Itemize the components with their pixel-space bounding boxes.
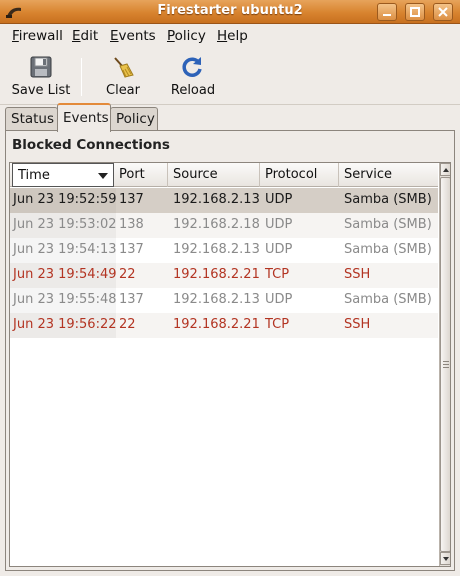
minimize-icon <box>383 14 391 16</box>
table-rows: Jun 23 19:52:59 137 192.168.2.13 UDP Samba (… <box>10 188 438 338</box>
blocked-connections-table: Time Port Source Protocol Service Jun 23… <box>9 162 451 567</box>
maximize-button[interactable] <box>405 3 425 21</box>
cell-protocol: UDP <box>265 192 293 207</box>
cell-source: 192.168.2.13 <box>173 242 260 257</box>
column-header-protocol[interactable]: Protocol <box>260 163 339 187</box>
cell-port: 137 <box>119 292 144 307</box>
cell-protocol: TCP <box>265 317 290 332</box>
table-header: Time Port Source Protocol Service <box>10 163 438 187</box>
menu-firewall[interactable]: Firewall <box>12 28 63 44</box>
events-panel: Blocked Connections Time Port Source Pro… <box>5 130 455 571</box>
column-header-port[interactable]: Port <box>114 163 168 187</box>
menu-bar: Firewall Edit Events Policy Help <box>0 24 460 49</box>
maximize-icon <box>410 7 420 17</box>
column-header-service[interactable]: Service <box>339 163 438 187</box>
cell-service: SSH <box>344 317 371 332</box>
cell-protocol: UDP <box>265 242 293 257</box>
arrow-down-icon <box>443 557 449 561</box>
table-row[interactable]: Jun 23 19:52:59 137 192.168.2.13 UDP Samba (… <box>10 188 438 213</box>
cell-service: Samba (SMB) <box>344 192 432 207</box>
reload-button[interactable]: Reload <box>168 55 218 101</box>
cell-time: Jun 23 19:53:02 <box>13 217 117 232</box>
menu-help[interactable]: Help <box>217 28 248 44</box>
menu-edit[interactable]: Edit <box>72 28 98 44</box>
cell-port: 22 <box>119 267 136 282</box>
cell-protocol: UDP <box>265 217 293 232</box>
floppy-disk-icon <box>30 56 52 78</box>
tab-events[interactable]: Events <box>57 103 111 132</box>
vertical-scrollbar[interactable] <box>439 163 450 566</box>
title-bar[interactable]: Firestarter ubuntu2 <box>0 0 460 24</box>
tab-status[interactable]: Status <box>5 107 58 131</box>
minimize-button[interactable] <box>377 3 397 21</box>
broom-icon <box>114 57 134 78</box>
sort-descending-icon <box>98 173 108 179</box>
cell-time: Jun 23 19:56:22 <box>13 317 117 332</box>
table-row[interactable]: Jun 23 19:56:22 22 192.168.2.21 TCP SSH <box>10 313 438 338</box>
cell-service: SSH <box>344 267 371 282</box>
cell-protocol: UDP <box>265 292 293 307</box>
table-row[interactable]: Jun 23 19:53:02 138 192.168.2.18 UDP Samba (… <box>10 213 438 238</box>
cell-source: 192.168.2.21 <box>173 267 260 282</box>
clear-button[interactable]: Clear <box>102 55 144 101</box>
close-button[interactable] <box>433 3 453 21</box>
cell-port: 137 <box>119 192 144 207</box>
arrow-up-icon <box>443 168 449 172</box>
scroll-down-button[interactable] <box>440 552 450 565</box>
cell-time: Jun 23 19:55:48 <box>13 292 117 307</box>
column-header-source[interactable]: Source <box>168 163 260 187</box>
blocked-connections-heading: Blocked Connections <box>12 137 170 153</box>
cell-source: 192.168.2.13 <box>173 292 260 307</box>
tab-policy[interactable]: Policy <box>110 107 158 131</box>
cell-source: 192.168.2.18 <box>173 217 260 232</box>
toolbar: Save List Clear Reload <box>0 49 460 105</box>
cell-port: 138 <box>119 217 144 232</box>
cell-time: Jun 23 19:54:49 <box>13 267 117 282</box>
toolbar-separator <box>81 58 82 96</box>
cell-protocol: TCP <box>265 267 290 282</box>
cell-service: Samba (SMB) <box>344 292 432 307</box>
table-row[interactable]: Jun 23 19:54:49 22 192.168.2.21 TCP SSH <box>10 263 438 288</box>
table-row[interactable]: Jun 23 19:54:13 137 192.168.2.13 UDP Samba (… <box>10 238 438 263</box>
close-icon <box>438 7 448 17</box>
cell-port: 137 <box>119 242 144 257</box>
table-row[interactable]: Jun 23 19:55:48 137 192.168.2.13 UDP Samba (… <box>10 288 438 313</box>
cell-time: Jun 23 19:54:13 <box>13 242 117 257</box>
cell-source: 192.168.2.13 <box>173 192 260 207</box>
menu-policy[interactable]: Policy <box>167 28 206 44</box>
scrollbar-thumb[interactable] <box>440 177 450 552</box>
cell-service: Samba (SMB) <box>344 217 432 232</box>
scroll-up-button[interactable] <box>440 163 450 176</box>
column-header-time[interactable]: Time <box>12 163 114 187</box>
save-list-button[interactable]: Save List <box>8 55 74 101</box>
reload-icon <box>182 57 202 77</box>
cell-source: 192.168.2.21 <box>173 317 260 332</box>
cell-port: 22 <box>119 317 136 332</box>
cell-service: Samba (SMB) <box>344 242 432 257</box>
cell-time: Jun 23 19:52:59 <box>13 192 117 207</box>
menu-events[interactable]: Events <box>110 28 156 44</box>
